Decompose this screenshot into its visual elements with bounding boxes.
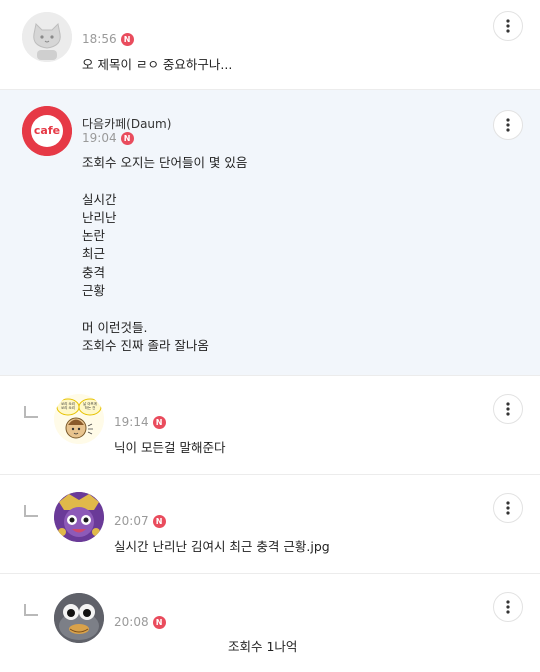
new-badge-icon: N: [152, 514, 166, 528]
creature-avatar-icon: [54, 593, 104, 643]
comment-text: 닉이 모든걸 말해준다: [114, 440, 226, 455]
new-badge-icon: N: [152, 415, 166, 429]
comment-time: 18:56: [82, 32, 117, 46]
comment-item: cafe 다음카페(Daum) 19:04 N 조회수 오지는 단어들이 몇 있…: [0, 90, 540, 376]
avatar[interactable]: [22, 12, 72, 62]
comment-text: 실시간 난리난 김여시 최근 충격 근황.jpg: [114, 539, 330, 554]
new-badge-icon: N: [152, 615, 166, 629]
more-options-button[interactable]: [493, 493, 523, 523]
comment-author[interactable]: 다음카페(Daum): [82, 115, 171, 132]
comment-time: 19:04: [82, 131, 117, 145]
more-vertical-icon: [506, 402, 510, 416]
comment-text: 조회수 오지는 단어들이 몇 있음 실시간 난리난 논란 최근 충격 근황 머 …: [82, 155, 248, 353]
avatar[interactable]: [54, 492, 104, 542]
more-vertical-icon: [506, 501, 510, 515]
avatar[interactable]: 쏘리 쏘리 쏘리 쏘리 날 아프게 하는 건: [54, 394, 104, 444]
more-options-button[interactable]: [493, 394, 523, 424]
more-vertical-icon: [506, 600, 510, 614]
reply-arrow-icon: [24, 604, 38, 616]
default-profile-icon: [22, 12, 72, 62]
sticker-text: 쏘리 쏘리 쏘리 쏘리: [61, 402, 75, 410]
comment-meta: 18:56 N: [82, 32, 134, 46]
new-badge-icon: N: [120, 32, 134, 46]
comment-meta: 20:07 N: [114, 514, 166, 528]
comment-time: 19:14: [114, 415, 149, 429]
comment-text: 조회수 1나억: [228, 639, 298, 654]
cafe-logo[interactable]: cafe: [22, 106, 72, 156]
comment-item: 18:56 N 오 제목이 ㄹㅇ 중요하구나...: [0, 0, 540, 90]
cafe-logo-text: cafe: [33, 124, 61, 137]
more-vertical-icon: [506, 118, 510, 132]
character-avatar-icon: [54, 492, 104, 542]
comment-meta: 19:14 N: [114, 415, 166, 429]
more-vertical-icon: [506, 19, 510, 33]
comment-time: 20:07: [114, 514, 149, 528]
reply-arrow-icon: [24, 406, 38, 418]
reply-arrow-icon: [24, 505, 38, 517]
comment-text: 오 제목이 ㄹㅇ 중요하구나...: [82, 57, 233, 72]
reply-item: 쏘리 쏘리 쏘리 쏘리 날 아프게 하는 건 19:14 N 닉이 모든걸 말해…: [0, 376, 540, 475]
sticker-text: 날 아프게 하는 건: [83, 402, 97, 410]
comment-meta: 20:08 N: [114, 615, 166, 629]
avatar[interactable]: [54, 593, 104, 643]
new-badge-icon: N: [120, 131, 134, 145]
more-options-button[interactable]: [493, 592, 523, 622]
comment-time: 20:08: [114, 615, 149, 629]
more-options-button[interactable]: [493, 11, 523, 41]
comment-meta: 19:04 N: [82, 131, 134, 145]
reply-item: 20:08 N 조회수 1나억: [0, 574, 540, 672]
reply-item: 20:07 N 실시간 난리난 김여시 최근 충격 근황.jpg: [0, 475, 540, 574]
more-options-button[interactable]: [493, 110, 523, 140]
